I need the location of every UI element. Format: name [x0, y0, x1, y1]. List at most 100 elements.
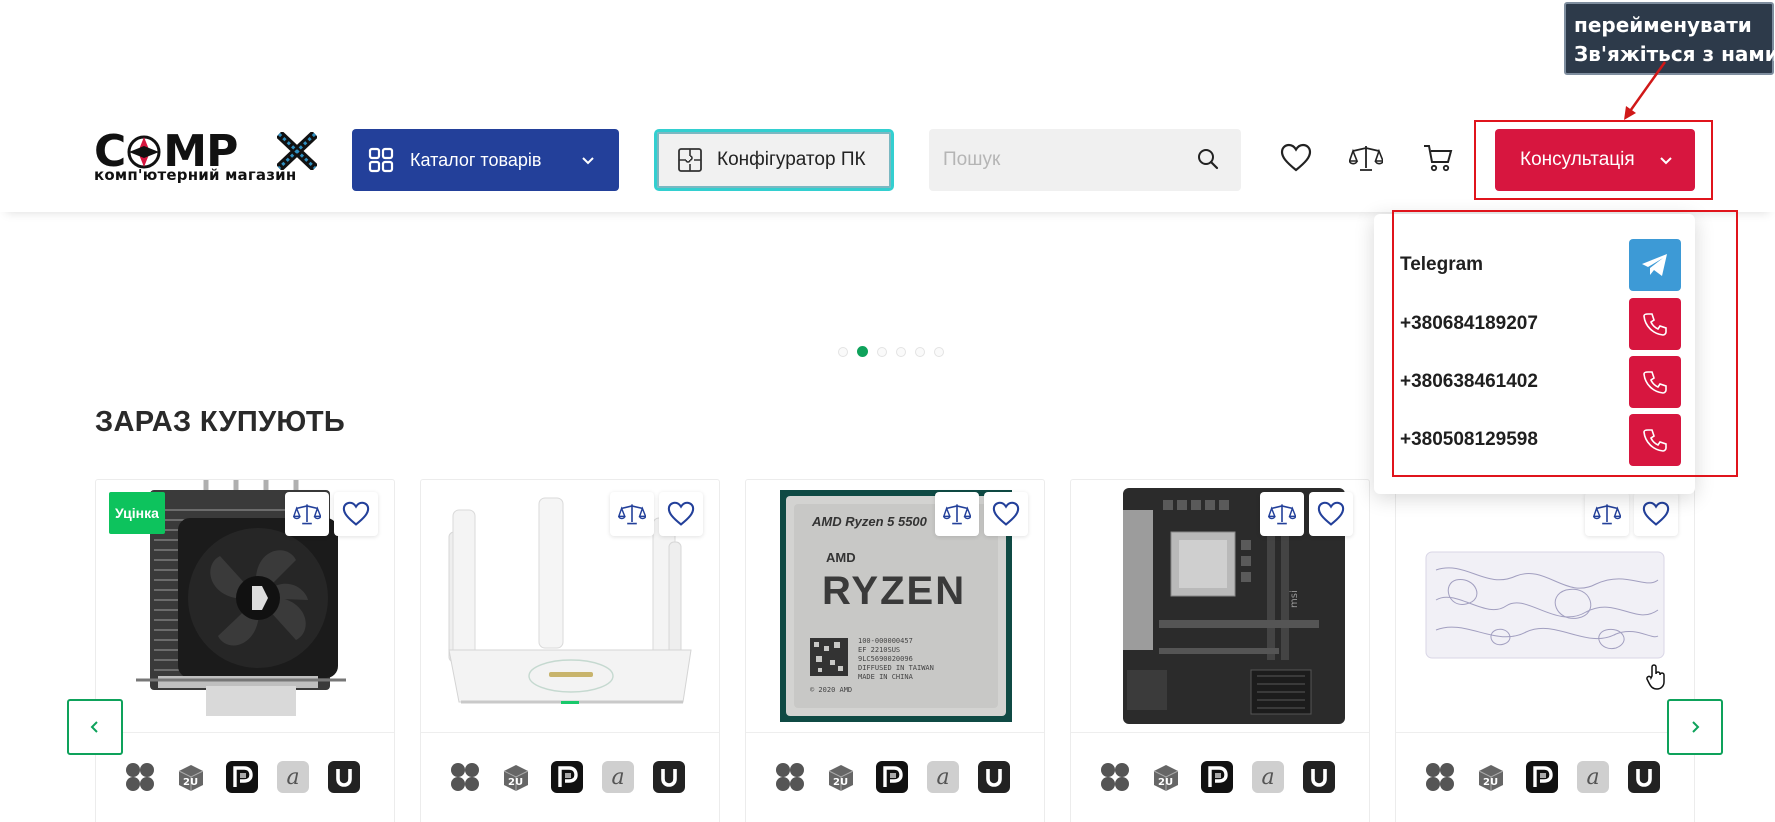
2u-icon[interactable]: 2U	[500, 761, 532, 793]
2u-icon[interactable]: 2U	[175, 761, 207, 793]
hotline-icon[interactable]	[124, 761, 156, 793]
consultation-label: Консультація	[1520, 149, 1635, 170]
contact-phone-3[interactable]: +380508129598	[1400, 414, 1681, 466]
search-input[interactable]	[943, 147, 1183, 173]
annotation-arrow-icon	[1624, 61, 1667, 120]
slider-dot[interactable]	[896, 346, 906, 357]
annotation-line-1: перейменувати	[1574, 13, 1752, 37]
product-card[interactable]: Уцінка 2U a	[95, 479, 395, 822]
store-links: 2U a	[449, 761, 685, 793]
slider-dot-active[interactable]	[857, 346, 868, 357]
prom-icon[interactable]	[1526, 761, 1558, 793]
cpu-line: 9LC5690020096	[858, 655, 913, 663]
contact-label: +380684189207	[1400, 313, 1538, 334]
chevron-down-icon	[1660, 157, 1672, 165]
contact-phone-1[interactable]: +380684189207	[1400, 298, 1681, 350]
2u-icon[interactable]: 2U	[825, 761, 857, 793]
store-links: 2U a	[124, 761, 360, 793]
svg-text:2U: 2U	[1158, 777, 1173, 788]
compare-icon[interactable]	[610, 492, 654, 536]
configurator-label: Конфігуратор ПК	[717, 149, 866, 170]
2u-icon[interactable]: 2U	[1150, 761, 1182, 793]
search-box	[929, 129, 1241, 191]
phone-icon[interactable]	[1629, 356, 1681, 408]
logo-x-icon	[277, 132, 317, 170]
chevron-right-icon	[1692, 721, 1700, 733]
compare-icon[interactable]	[935, 492, 979, 536]
svg-text:2U: 2U	[833, 777, 848, 788]
carousel-next-button[interactable]	[1667, 699, 1723, 755]
card-divider	[1071, 732, 1369, 733]
compx-logo[interactable]: C MP комп'ютерний магазин	[94, 130, 317, 184]
allo-icon[interactable]: a	[927, 761, 959, 793]
cpu-model-text: AMD Ryzen 5 5500	[811, 514, 928, 529]
allo-icon[interactable]: a	[1577, 761, 1609, 793]
heart-icon[interactable]	[659, 492, 703, 536]
prom-icon[interactable]	[226, 761, 258, 793]
allo-icon[interactable]: a	[602, 761, 634, 793]
compare-icon[interactable]	[1585, 492, 1629, 536]
cart-icon[interactable]	[1423, 143, 1453, 173]
svg-text:2U: 2U	[183, 777, 198, 788]
allo-icon[interactable]: a	[277, 761, 309, 793]
contact-phone-2[interactable]: +380638461402	[1400, 356, 1681, 408]
hotline-icon[interactable]	[1424, 761, 1456, 793]
slider-dot[interactable]	[915, 346, 925, 357]
phone-icon[interactable]	[1629, 298, 1681, 350]
compare-icon[interactable]	[285, 492, 329, 536]
product-card[interactable]: 2U a	[1395, 479, 1695, 822]
u-icon[interactable]	[328, 761, 360, 793]
2u-icon[interactable]: 2U	[1475, 761, 1507, 793]
consultation-button[interactable]: Консультація	[1495, 129, 1695, 191]
slider-dot[interactable]	[877, 346, 887, 357]
grid-icon	[368, 147, 394, 173]
contact-label: +380508129598	[1400, 429, 1538, 450]
hotline-icon[interactable]	[1099, 761, 1131, 793]
configurator-button[interactable]: Конфігуратор ПК	[654, 129, 894, 191]
u-icon[interactable]	[653, 761, 685, 793]
u-icon[interactable]	[978, 761, 1010, 793]
allo-icon[interactable]: a	[1252, 761, 1284, 793]
logo-subtitle: комп'ютерний магазин	[94, 166, 297, 184]
hotline-icon[interactable]	[774, 761, 806, 793]
contact-label: Telegram	[1400, 254, 1484, 275]
annotation-line-2: Зв'яжіться з нами	[1574, 42, 1775, 66]
compare-icon[interactable]	[1260, 492, 1304, 536]
prom-icon[interactable]	[1201, 761, 1233, 793]
slider-dot[interactable]	[838, 346, 848, 357]
consultation-dropdown: Telegram +380684189207 +380638461402 +38…	[1374, 214, 1695, 494]
carousel-prev-button[interactable]	[67, 699, 123, 755]
product-card[interactable]: AMD Ryzen 5 5500 AMD RYZEN 100-000000457…	[745, 479, 1045, 822]
logo-target-icon	[127, 135, 161, 169]
wishlist-icon[interactable]	[1280, 143, 1312, 173]
slider-dot[interactable]	[934, 346, 944, 357]
product-card[interactable]: 2U a	[420, 479, 720, 822]
u-icon[interactable]	[1628, 761, 1660, 793]
prom-icon[interactable]	[551, 761, 583, 793]
card-divider	[746, 732, 1044, 733]
hotline-icon[interactable]	[449, 761, 481, 793]
hand-cursor-icon	[1646, 664, 1665, 690]
search-icon[interactable]	[1197, 148, 1219, 170]
catalog-button[interactable]: Каталог товарів	[352, 129, 619, 191]
store-links: 2U a	[1424, 761, 1660, 793]
cpu-amd-text: AMD	[826, 550, 856, 565]
puzzle-icon	[678, 148, 702, 172]
heart-icon[interactable]	[984, 492, 1028, 536]
u-icon[interactable]	[1303, 761, 1335, 793]
phone-icon[interactable]	[1629, 414, 1681, 466]
contact-telegram[interactable]: Telegram	[1400, 239, 1681, 291]
compare-icon[interactable]	[1349, 143, 1383, 173]
discount-badge: Уцінка	[109, 492, 165, 534]
svg-text:2U: 2U	[1483, 777, 1498, 788]
prom-icon[interactable]	[876, 761, 908, 793]
heart-icon[interactable]	[1634, 492, 1678, 536]
telegram-icon[interactable]	[1629, 239, 1681, 291]
card-divider	[421, 732, 719, 733]
product-card[interactable]: msi 2U a	[1070, 479, 1370, 822]
heart-icon[interactable]	[1309, 492, 1353, 536]
site-header: C MP комп'ютерний магазин Каталог товарів…	[0, 0, 1775, 212]
cpu-line: 100-000000457	[858, 637, 913, 645]
heart-icon[interactable]	[334, 492, 378, 536]
chevron-left-icon	[90, 721, 98, 733]
